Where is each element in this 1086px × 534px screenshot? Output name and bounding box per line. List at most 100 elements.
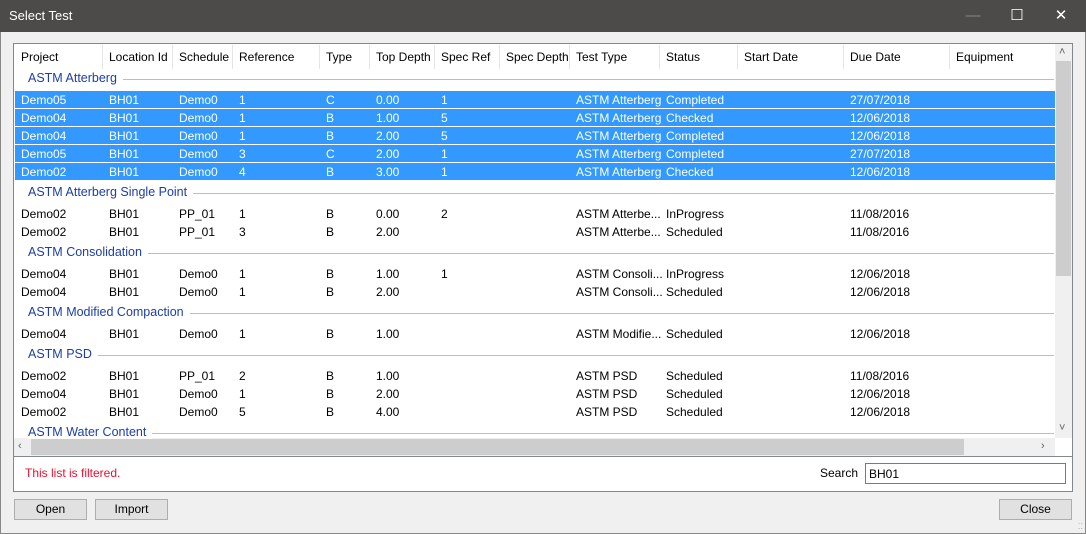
cell-top-depth: 3.00 — [376, 165, 400, 179]
cell-location-id: BH01 — [109, 327, 140, 341]
scroll-down-icon[interactable]: ˅ — [1059, 422, 1065, 434]
table-row[interactable]: Demo02 BH01 Demo0 4 B 3.00 1 ASTM Atterberg Chec… — [15, 163, 1055, 180]
cell-spec-ref: 5 — [441, 129, 448, 143]
search-label: Search — [820, 466, 859, 480]
scroll-up-icon[interactable]: ˄ — [1059, 46, 1065, 58]
column-header-start-date[interactable]: Start Date — [744, 50, 798, 64]
cell-type: B — [326, 207, 335, 221]
column-divider[interactable] — [659, 45, 660, 69]
cell-schedule: PP_01 — [179, 207, 216, 221]
table-row[interactable]: Demo05 BH01 Demo0 3 C 2.00 1 ASTM Atterberg Comp… — [15, 145, 1055, 162]
horizontal-scroll-thumb[interactable] — [31, 439, 964, 455]
cell-reference: 1 — [239, 207, 246, 221]
scroll-left-icon[interactable]: ‹ — [18, 440, 22, 452]
cell-top-depth: 2.00 — [376, 387, 400, 401]
cell-status: Scheduled — [666, 387, 723, 401]
column-header-schedule[interactable]: Schedule — [179, 50, 229, 64]
cell-location-id: BH01 — [109, 93, 140, 107]
test-list[interactable]: Project Location Id Schedule Reference Type T… — [13, 43, 1073, 457]
table-row[interactable]: Demo04 BH01 Demo0 1 B 1.00 ASTM Modifie... Sche… — [15, 325, 1055, 342]
cell-location-id: BH01 — [109, 225, 140, 239]
cell-reference: 2 — [239, 369, 246, 383]
column-divider[interactable] — [949, 45, 950, 69]
cell-schedule: Demo0 — [179, 405, 218, 419]
column-divider[interactable] — [102, 45, 103, 69]
column-header-test-type[interactable]: Test Type — [576, 50, 627, 64]
column-header-location-id[interactable]: Location Id — [109, 50, 168, 64]
table-row[interactable]: Demo02 BH01 PP_01 2 B 1.00 ASTM PSD Scheduled 11… — [15, 367, 1055, 384]
group-header[interactable]: ASTM Atterberg Single Point — [14, 184, 1054, 202]
column-header-spec-ref[interactable]: Spec Ref — [441, 50, 490, 64]
column-divider[interactable] — [434, 45, 435, 69]
cell-due-date: 12/06/2018 — [850, 387, 911, 401]
cell-type: B — [326, 111, 335, 125]
table-row[interactable]: Demo04 BH01 Demo0 1 B 2.00 ASTM PSD Scheduled 12… — [15, 385, 1055, 402]
vertical-scrollbar[interactable]: ˄ ˅ — [1055, 44, 1072, 438]
cell-due-date: 12/06/2018 — [850, 267, 911, 281]
cell-reference: 4 — [239, 165, 246, 179]
cell-test-type: ASTM Atterberg — [576, 111, 662, 125]
column-divider[interactable] — [843, 45, 844, 69]
table-row[interactable]: Demo02 BH01 PP_01 1 B 0.00 2 ASTM Atterbe... InP… — [15, 205, 1055, 222]
cell-location-id: BH01 — [109, 147, 140, 161]
column-divider[interactable] — [569, 45, 570, 69]
cell-status: Scheduled — [666, 285, 723, 299]
cell-due-date: 12/06/2018 — [850, 165, 911, 179]
table-row[interactable]: Demo04 BH01 Demo0 1 B 2.00 5 ASTM Atterberg Comp… — [15, 127, 1055, 144]
filtered-notice: This list is filtered. — [25, 466, 121, 480]
cell-project: Demo05 — [21, 93, 67, 107]
maximize-icon[interactable]: ☐ — [994, 0, 1040, 32]
table-row[interactable]: Demo02 BH01 Demo0 5 B 4.00 ASTM PSD Scheduled 12… — [15, 403, 1055, 420]
column-header-status[interactable]: Status — [666, 50, 700, 64]
column-header-due-date[interactable]: Due Date — [850, 50, 901, 64]
group-header[interactable]: ASTM Modified Compaction — [14, 304, 1054, 322]
column-header-reference[interactable]: Reference — [239, 50, 294, 64]
cell-type: B — [326, 327, 335, 341]
cell-schedule: Demo0 — [179, 111, 218, 125]
column-divider[interactable] — [737, 45, 738, 69]
group-header[interactable]: ASTM PSD — [14, 346, 1054, 364]
close-icon[interactable]: ✕ — [1038, 0, 1084, 32]
cell-status: InProgress — [666, 207, 725, 221]
cell-test-type: ASTM Atterberg — [576, 129, 662, 143]
search-input[interactable] — [865, 463, 1066, 484]
cell-top-depth: 2.00 — [376, 285, 400, 299]
resize-grip-icon[interactable]: ⁚⁚ — [1078, 522, 1083, 531]
table-row[interactable]: Demo04 BH01 Demo0 1 B 1.00 1 ASTM Consoli... InP… — [15, 265, 1055, 282]
close-button[interactable]: Close — [999, 499, 1072, 520]
horizontal-scrollbar[interactable]: ‹ › — [14, 438, 1055, 456]
cell-status: Checked — [666, 111, 714, 125]
table-row[interactable]: Demo05 BH01 Demo0 1 C 0.00 1 ASTM Atterberg Comp… — [15, 91, 1055, 108]
import-button[interactable]: Import — [95, 499, 168, 520]
cell-schedule: PP_01 — [179, 369, 216, 383]
column-divider[interactable] — [172, 45, 173, 69]
cell-reference: 5 — [239, 405, 246, 419]
cell-test-type: ASTM Consoli... — [576, 285, 663, 299]
group-divider — [28, 355, 1054, 356]
group-header[interactable]: ASTM Consolidation — [14, 244, 1054, 262]
column-header-spec-depth[interactable]: Spec Depth — [506, 50, 569, 64]
column-divider[interactable] — [499, 45, 500, 69]
cell-type: B — [326, 165, 335, 179]
cell-project: Demo02 — [21, 405, 67, 419]
column-divider[interactable] — [319, 45, 320, 69]
minimize-icon[interactable]: — — [950, 0, 996, 32]
column-header-equipment[interactable]: Equipment — [956, 50, 1013, 64]
column-header-top-depth[interactable]: Top Depth — [376, 50, 431, 64]
table-row[interactable]: Demo04 BH01 Demo0 1 B 2.00 ASTM Consoli... Sche… — [15, 283, 1055, 300]
table-row[interactable]: Demo04 BH01 Demo0 1 B 1.00 5 ASTM Atterberg Chec… — [15, 109, 1055, 126]
vertical-scroll-thumb[interactable] — [1056, 61, 1071, 276]
column-divider[interactable] — [369, 45, 370, 69]
column-header-type[interactable]: Type — [326, 50, 352, 64]
group-header[interactable]: ASTM Atterberg — [14, 70, 1054, 88]
cell-reference: 3 — [239, 147, 246, 161]
cell-top-depth: 2.00 — [376, 147, 400, 161]
cell-status: Completed — [666, 147, 725, 161]
table-row[interactable]: Demo02 BH01 PP_01 3 B 2.00 ASTM Atterbe... Sche… — [15, 223, 1055, 240]
cell-due-date: 11/08/2016 — [850, 225, 910, 239]
column-divider[interactable] — [232, 45, 233, 69]
open-button[interactable]: Open — [14, 499, 87, 520]
cell-spec-ref: 1 — [441, 267, 448, 281]
scroll-right-icon[interactable]: › — [1041, 440, 1045, 452]
column-header-project[interactable]: Project — [21, 50, 58, 64]
